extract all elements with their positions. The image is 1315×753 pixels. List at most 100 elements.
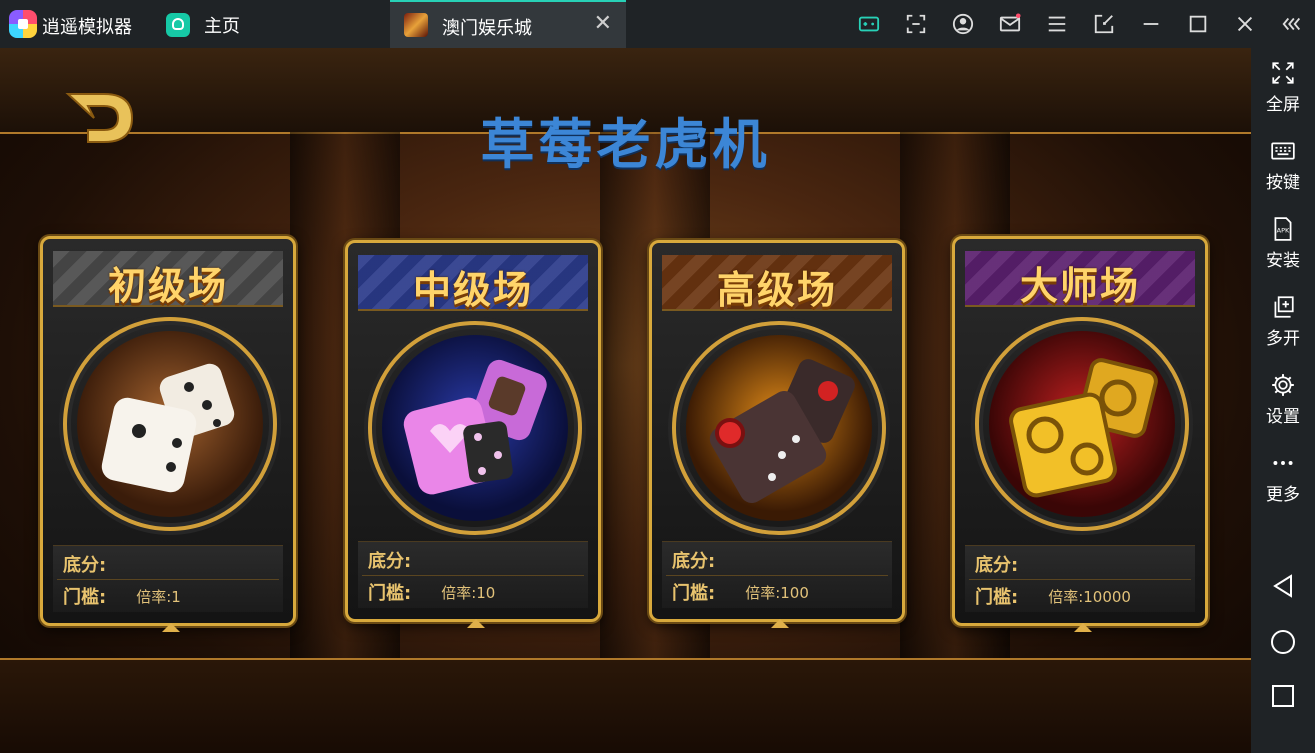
card-info-panel: 底分: 门槛: 倍率:10000	[965, 545, 1195, 612]
tab-home[interactable]: 主页	[166, 11, 240, 39]
card-header: 高级场	[662, 255, 892, 312]
white-dice-icon	[77, 331, 263, 517]
threshold-label: 门槛:	[672, 583, 716, 604]
dice-emblem	[975, 317, 1189, 531]
base-score-row: 底分:	[672, 546, 745, 574]
rate-value: 倍率:10	[441, 583, 496, 602]
collapse-icon[interactable]	[1268, 0, 1315, 48]
pink-dice-icon	[382, 335, 568, 521]
gamepad-icon[interactable]	[845, 0, 892, 48]
card-header: 中级场	[358, 255, 588, 312]
threshold-label: 门槛:	[63, 587, 107, 608]
base-score-label: 底分:	[672, 551, 716, 572]
game-viewport: 草莓老虎机 初级场 底分: 门槛: 倍率:1 中级场 底分: 门槛: 倍率:10…	[0, 48, 1251, 753]
card-title: 初级场	[107, 264, 228, 308]
title-bar: 逍遥模拟器 主页 澳门娱乐城 ✕	[0, 0, 1315, 48]
back-icon	[1273, 574, 1292, 598]
dice-emblem	[368, 321, 582, 535]
info-divider	[969, 579, 1191, 580]
threshold-label: 门槛:	[368, 583, 412, 604]
card-info-panel: 底分: 门槛: 倍率:100	[662, 541, 892, 608]
minimize-icon[interactable]	[1127, 0, 1174, 48]
emulator-sidebar: 全屏 按键 APK 安装 多开 设置 更多	[1251, 48, 1315, 753]
card-header: 初级场	[53, 251, 283, 308]
recents-icon	[1272, 685, 1294, 707]
game-thumbnail-icon	[404, 13, 428, 37]
tab-active-label: 澳门娱乐城	[442, 18, 532, 39]
gear-icon	[1272, 374, 1294, 396]
sidebar-item-label: 按键	[1266, 173, 1300, 193]
screenshot-icon[interactable]	[892, 0, 939, 48]
room-card-beginner[interactable]: 初级场 底分: 门槛: 倍率:1	[40, 236, 296, 632]
card-title: 大师场	[1019, 264, 1140, 308]
keyboard-icon	[1271, 142, 1295, 160]
multi-instance-icon	[1274, 296, 1294, 318]
threshold-row: 门槛: 倍率:10000	[975, 582, 1131, 610]
rate-value: 倍率:1	[136, 587, 181, 606]
threshold-row: 门槛: 倍率:10	[368, 578, 495, 606]
maximize-icon[interactable]	[1174, 0, 1221, 48]
exit-window-icon[interactable]	[1080, 0, 1127, 48]
base-score-row: 底分:	[975, 550, 1048, 578]
mail-icon[interactable]	[986, 0, 1033, 48]
card-title: 中级场	[412, 268, 533, 312]
base-score-label: 底分:	[63, 555, 107, 576]
home-icon	[166, 13, 190, 37]
tab-active-game[interactable]: 澳门娱乐城 ✕	[390, 0, 626, 48]
threshold-row: 门槛: 倍率:100	[672, 578, 809, 606]
room-card-advanced[interactable]: 高级场 底分: 门槛: 倍率:100	[649, 240, 905, 628]
threshold-row: 门槛: 倍率:1	[63, 582, 181, 610]
sidebar-item-keymap[interactable]: 按键	[1251, 138, 1315, 193]
fullscreen-icon	[1272, 62, 1294, 84]
app-logo-icon	[9, 10, 37, 38]
more-icon	[1273, 461, 1293, 465]
sidebar-item-multi[interactable]: 多开	[1251, 294, 1315, 349]
game-footer-band	[0, 658, 1251, 753]
card-header: 大师场	[965, 251, 1195, 308]
home-circle-icon	[1271, 630, 1295, 654]
card-notch-icon	[467, 619, 485, 628]
gold-dice-icon	[989, 331, 1175, 517]
rate-value: 倍率:10000	[1048, 587, 1131, 606]
room-card-intermediate[interactable]: 中级场 底分: 门槛: 倍率:10	[345, 240, 601, 628]
card-info-panel: 底分: 门槛: 倍率:1	[53, 545, 283, 612]
base-score-label: 底分:	[368, 551, 412, 572]
red-black-dice-icon	[686, 335, 872, 521]
info-divider	[666, 575, 888, 576]
dice-emblem	[63, 317, 277, 531]
card-title: 高级场	[716, 268, 837, 312]
window-controls	[845, 0, 1315, 48]
base-score-row: 底分:	[368, 546, 441, 574]
close-icon[interactable]	[1221, 0, 1268, 48]
tab-home-label: 主页	[204, 16, 240, 37]
nav-home-button[interactable]	[1251, 628, 1315, 656]
sidebar-item-install[interactable]: APK 安装	[1251, 216, 1315, 271]
rate-value: 倍率:100	[745, 583, 809, 602]
sidebar-item-fullscreen[interactable]: 全屏	[1251, 60, 1315, 115]
nav-back-button[interactable]	[1251, 572, 1315, 600]
room-card-master[interactable]: 大师场 底分: 门槛: 倍率:10000	[952, 236, 1208, 632]
menu-icon[interactable]	[1033, 0, 1080, 48]
info-divider	[362, 575, 584, 576]
apk-icon: APK	[1274, 217, 1292, 241]
sidebar-item-label: 更多	[1266, 485, 1300, 505]
page-title: 草莓老虎机	[480, 113, 771, 176]
nav-recents-button[interactable]	[1251, 682, 1315, 710]
sidebar-item-more[interactable]: 更多	[1251, 450, 1315, 505]
app-name: 逍遥模拟器	[42, 17, 132, 38]
dice-emblem	[672, 321, 886, 535]
sidebar-item-label: 安装	[1266, 251, 1300, 271]
sidebar-item-label: 多开	[1266, 329, 1300, 349]
card-notch-icon	[771, 619, 789, 628]
account-icon[interactable]	[939, 0, 986, 48]
tab-close-icon[interactable]: ✕	[594, 12, 612, 36]
svg-text:APK: APK	[1277, 226, 1290, 234]
card-notch-icon	[162, 623, 180, 632]
info-divider	[57, 579, 279, 580]
base-score-row: 底分:	[63, 550, 136, 578]
card-notch-icon	[1074, 623, 1092, 632]
sidebar-item-settings[interactable]: 设置	[1251, 372, 1315, 427]
threshold-label: 门槛:	[975, 587, 1019, 608]
card-info-panel: 底分: 门槛: 倍率:10	[358, 541, 588, 608]
base-score-label: 底分:	[975, 555, 1019, 576]
